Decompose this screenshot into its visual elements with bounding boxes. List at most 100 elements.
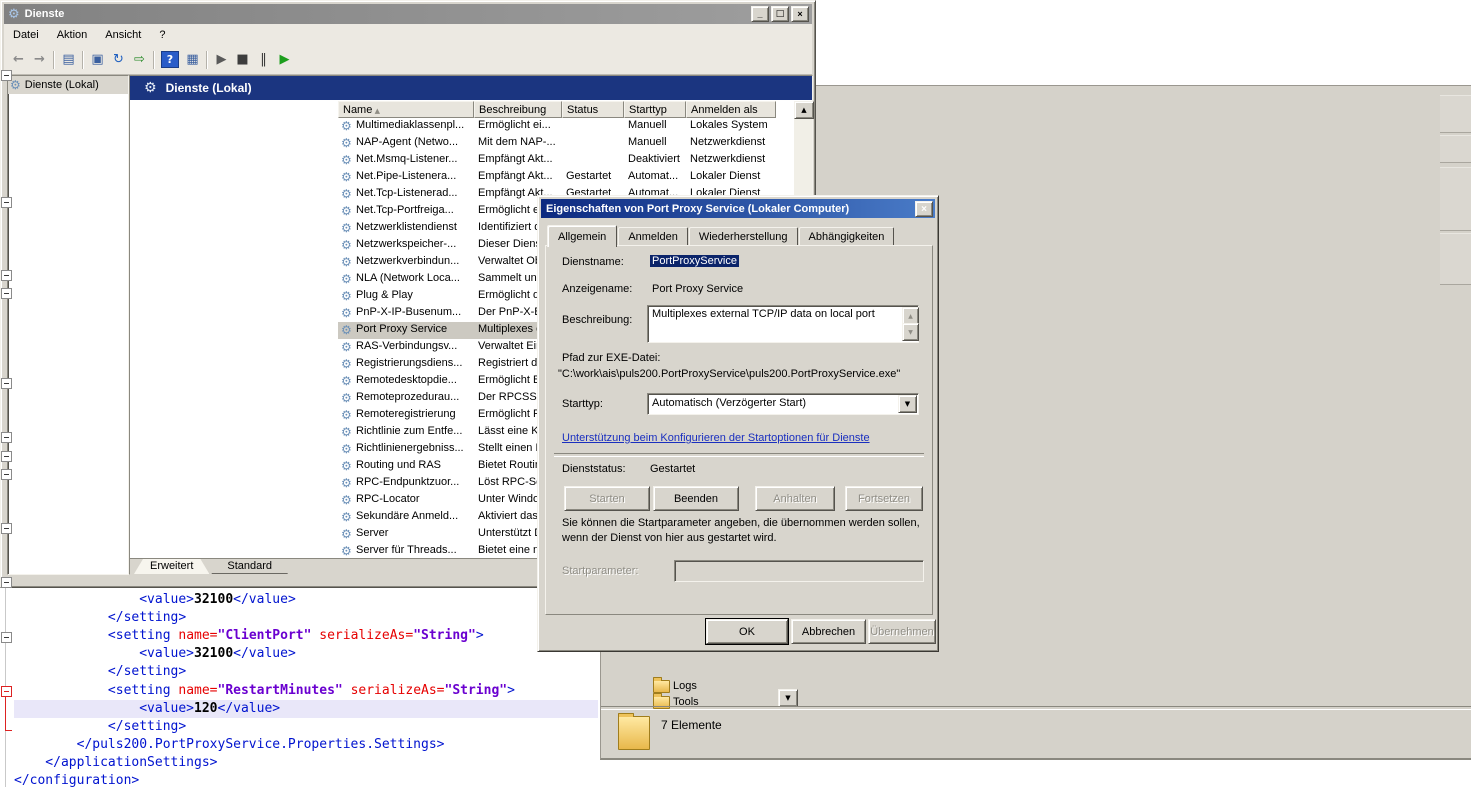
service-name: RPC-Endpunktzuor... xyxy=(356,476,459,488)
stop-service-icon[interactable]: ■ xyxy=(232,50,253,70)
service-row[interactable]: ⚙Net.Pipe-Listenera...Empfängt Akt...Ges… xyxy=(338,169,794,186)
cancel-button[interactable]: Abbrechen xyxy=(791,619,866,644)
column-header-name[interactable]: Name ▲ xyxy=(338,101,474,118)
service-name-value[interactable]: PortProxyService xyxy=(650,255,739,267)
description-field[interactable]: Multiplexes external TCP/IP data on loca… xyxy=(647,305,919,343)
service-name: Net.Msmq-Listener... xyxy=(356,153,457,165)
view-tab-erweitert[interactable]: Erweitert xyxy=(134,559,209,574)
column-header-status[interactable]: Status xyxy=(562,101,624,118)
maximize-button[interactable]: □ xyxy=(771,6,789,22)
service-gear-icon: ⚙ xyxy=(341,391,352,405)
startup-type-select[interactable]: Automatisch (Verzögerter Start) ▼ xyxy=(647,393,919,415)
dialog-tab-anmelden[interactable]: Anmelden xyxy=(618,227,688,245)
fold-toggle-icon[interactable] xyxy=(1,270,12,281)
stop-button[interactable]: Beenden xyxy=(653,486,739,511)
close-button[interactable]: × xyxy=(791,6,809,22)
selection-folder-icon xyxy=(618,716,650,750)
refresh-icon[interactable]: ↻ xyxy=(108,50,129,70)
service-name: Richtlinie zum Entfe... xyxy=(356,425,462,437)
service-name: Sekundäre Anmeld... xyxy=(356,510,458,522)
code-line[interactable]: </setting> xyxy=(14,718,632,736)
pause-button[interactable]: Anhalten xyxy=(755,486,835,511)
restart-service-icon[interactable]: ▶ xyxy=(274,50,295,70)
fold-toggle-icon[interactable] xyxy=(1,577,12,588)
service-name: Port Proxy Service xyxy=(356,323,447,335)
description-scrollbar[interactable]: ▲ ▼ xyxy=(902,307,917,341)
service-name: Remotedesktopdie... xyxy=(356,374,457,386)
chevron-down-icon[interactable]: ▼ xyxy=(898,395,917,413)
fold-toggle-icon[interactable] xyxy=(1,523,12,534)
fold-toggle-icon[interactable] xyxy=(1,469,12,480)
fold-toggle-icon[interactable] xyxy=(1,432,12,443)
scroll-up-icon[interactable]: ▲ xyxy=(794,101,814,119)
service-name: Netzwerkspeicher-... xyxy=(356,238,456,250)
startup-options-help-link[interactable]: Unterstützung beim Konfigurieren der Sta… xyxy=(562,432,870,444)
fold-toggle-icon[interactable] xyxy=(1,378,12,389)
service-row[interactable]: ⚙Net.Msmq-Listener...Empfängt Akt...Deak… xyxy=(338,152,794,169)
forward-icon[interactable]: → xyxy=(29,50,50,70)
toolbar-separator xyxy=(206,51,208,69)
exe-path-value: "C:\work\ais\puls200.PortProxyService\pu… xyxy=(558,368,900,380)
code-line[interactable]: </configuration> xyxy=(14,772,632,787)
service-gear-icon: ⚙ xyxy=(341,289,352,303)
back-icon[interactable]: ← xyxy=(8,50,29,70)
code-line[interactable]: </setting> xyxy=(14,663,632,681)
service-status: Gestartet xyxy=(566,170,611,182)
service-row[interactable]: ⚙NAP-Agent (Netwo...Mit dem NAP-...Manue… xyxy=(338,135,794,152)
show-tree-icon[interactable]: ▤ xyxy=(58,50,79,70)
apply-button[interactable]: Übernehmen xyxy=(868,619,936,644)
tree-item-logs[interactable]: Logs xyxy=(673,680,697,692)
code-line[interactable]: </puls200.PortProxyService.Properties.Se… xyxy=(14,736,632,754)
fold-toggle-icon[interactable] xyxy=(1,288,12,299)
code-line[interactable]: <setting name="RestartMinutes" serialize… xyxy=(14,682,632,700)
menu-item-aktion[interactable]: Aktion xyxy=(48,27,97,43)
service-description: Empfängt Akt... xyxy=(478,170,553,182)
column-header-anmeldenals[interactable]: Anmelden als xyxy=(686,101,776,118)
service-gear-icon: ⚙ xyxy=(341,204,352,218)
dropdown-arrow-icon[interactable]: ▼ xyxy=(778,689,798,707)
dialog-tab-wiederherstellung[interactable]: Wiederherstellung xyxy=(689,227,798,245)
menu-item-?[interactable]: ? xyxy=(150,27,174,43)
fold-toggle-icon[interactable] xyxy=(1,632,12,643)
tree-item-services-local[interactable]: ⚙ Dienste (Lokal) xyxy=(8,76,128,94)
dialog-titlebar[interactable]: Eigenschaften von Port Proxy Service (Lo… xyxy=(541,199,935,218)
pause-service-icon[interactable]: ‖ xyxy=(253,50,274,70)
code-line-current[interactable]: <value>120</value> xyxy=(14,700,598,718)
services-window-titlebar[interactable]: ⚙ Dienste _ □ × xyxy=(4,4,812,24)
dialog-tab-allgemein[interactable]: Allgemein xyxy=(547,225,617,247)
fold-toggle-active-icon[interactable] xyxy=(1,686,12,697)
service-gear-icon: ⚙ xyxy=(341,408,352,422)
close-icon[interactable]: × xyxy=(915,201,933,217)
service-logon: Lokales System xyxy=(690,119,768,131)
ok-button[interactable]: OK xyxy=(706,619,788,644)
menu-item-datei[interactable]: Datei xyxy=(4,27,48,43)
column-header-beschreibung[interactable]: Beschreibung xyxy=(474,101,562,118)
help-icon[interactable]: ? xyxy=(161,51,179,68)
services-table-header: Name ▲BeschreibungStatusStarttypAnmelden… xyxy=(338,101,776,118)
service-gear-icon: ⚙ xyxy=(341,510,352,524)
start-button[interactable]: Starten xyxy=(564,486,650,511)
exe-path-label: Pfad zur EXE-Datei: xyxy=(562,352,660,364)
resume-button[interactable]: Fortsetzen xyxy=(845,486,923,511)
start-params-hint: Sie können die Startparameter angeben, d… xyxy=(562,516,924,546)
service-row[interactable]: ⚙Multimediaklassenpl...Ermöglicht ei...M… xyxy=(338,118,794,135)
display-name-value[interactable]: Port Proxy Service xyxy=(652,283,743,295)
service-name: Netzwerkverbindun... xyxy=(356,255,459,267)
view-tab-standard[interactable]: Standard xyxy=(211,559,288,574)
export-list-icon[interactable]: ⇨ xyxy=(129,50,150,70)
code-line[interactable]: </applicationSettings> xyxy=(14,754,632,772)
fold-toggle-icon[interactable] xyxy=(1,70,12,81)
menu-item-ansicht[interactable]: Ansicht xyxy=(96,27,150,43)
minimize-button[interactable]: _ xyxy=(751,6,769,22)
fold-toggle-icon[interactable] xyxy=(1,451,12,462)
scroll-down-icon[interactable]: ▼ xyxy=(902,323,919,341)
start-params-field[interactable] xyxy=(674,560,924,582)
extended-view-icon[interactable]: ▦ xyxy=(182,50,203,70)
column-header-starttyp[interactable]: Starttyp xyxy=(624,101,686,118)
folder-icon[interactable] xyxy=(653,680,670,693)
start-service-icon[interactable]: ▶ xyxy=(211,50,232,70)
dialog-tab-abhngigkeiten[interactable]: Abhängigkeiten xyxy=(799,227,895,245)
properties-icon[interactable]: ▣ xyxy=(87,50,108,70)
services-banner: ⚙ Dienste (Lokal) xyxy=(130,76,812,100)
fold-toggle-icon[interactable] xyxy=(1,197,12,208)
